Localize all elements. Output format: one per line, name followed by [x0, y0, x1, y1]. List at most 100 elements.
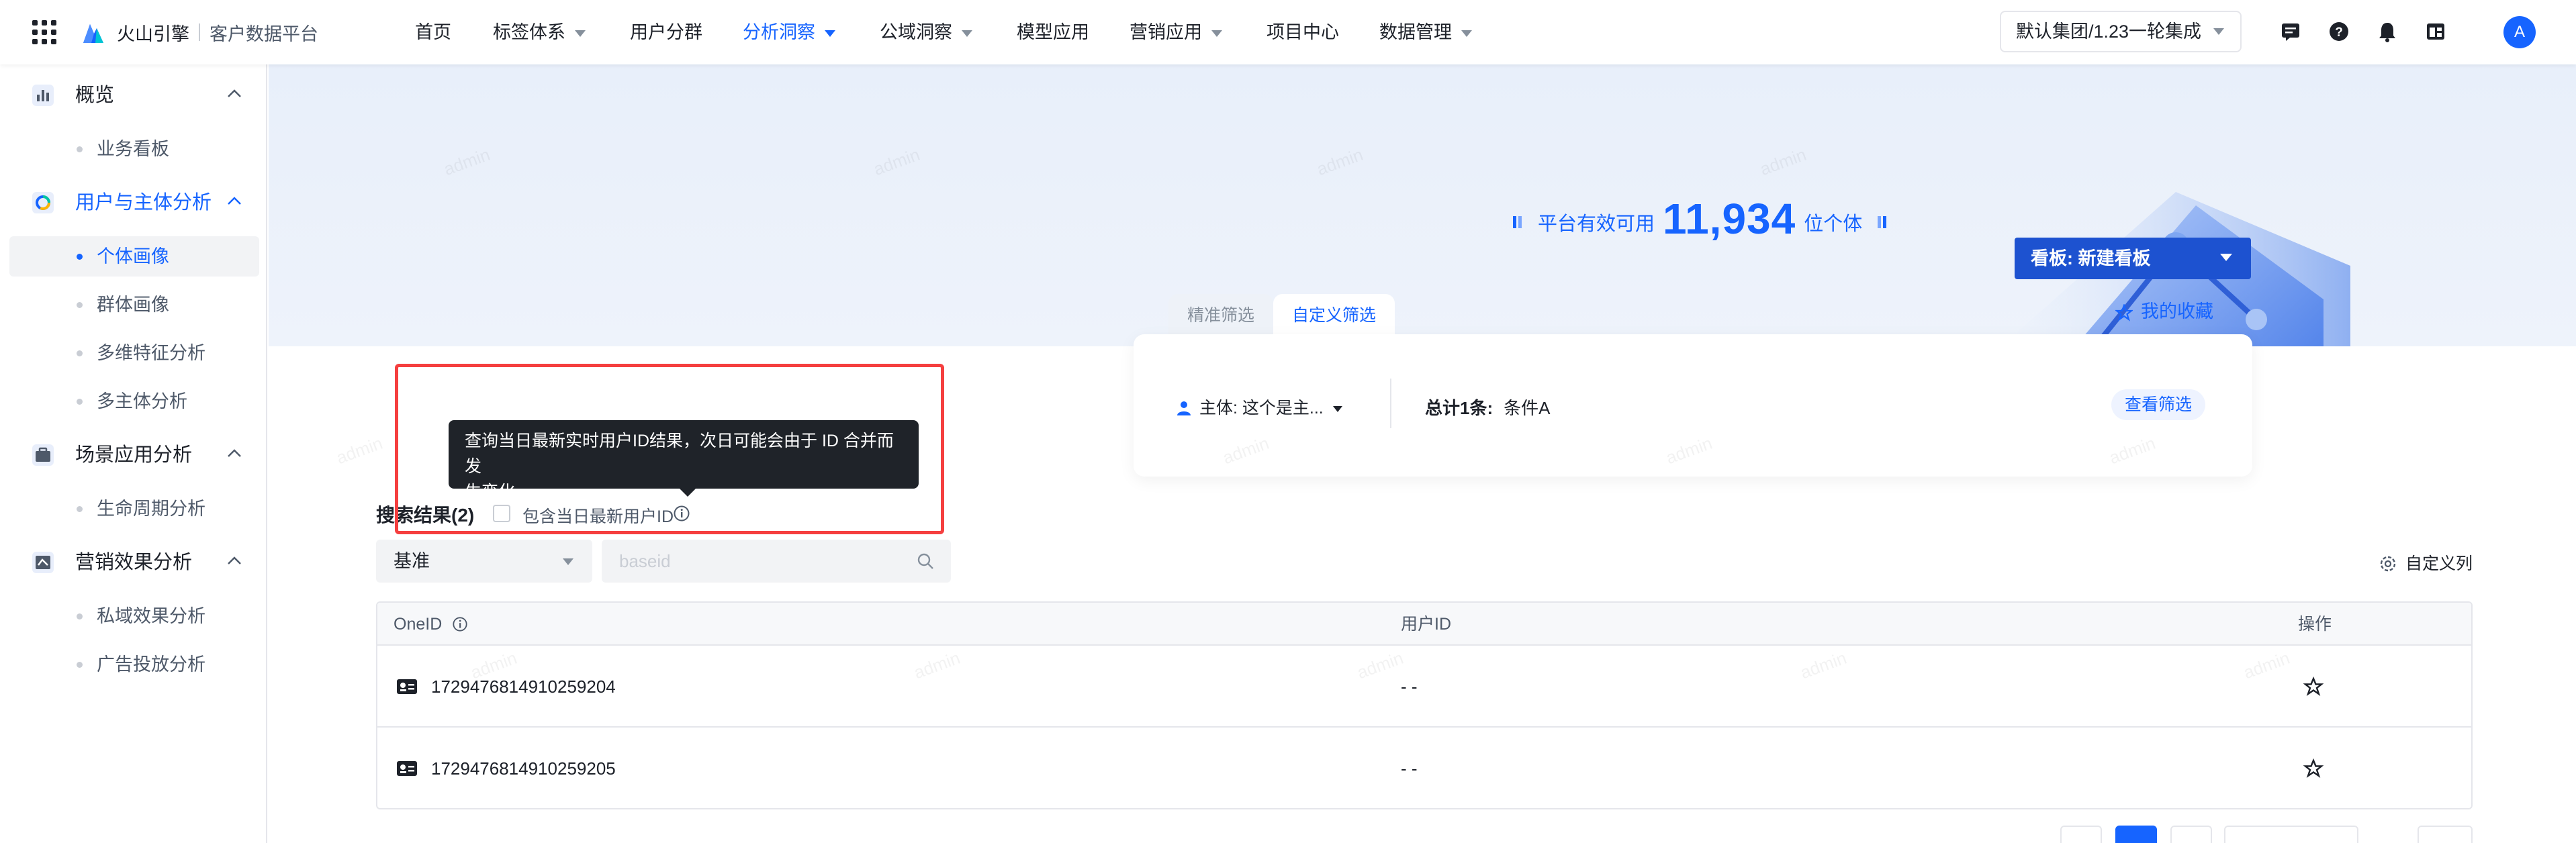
- page-size-select[interactable]: [2224, 826, 2358, 843]
- volcano-logo-icon: [83, 24, 103, 43]
- chevron-up-icon: [228, 556, 241, 564]
- pagination-prev-button[interactable]: [2060, 826, 2102, 843]
- chevron-down-icon: [2220, 254, 2232, 261]
- pagination-next-button[interactable]: [2170, 826, 2212, 843]
- nav-item-public-insight[interactable]: 公域洞察: [880, 19, 972, 46]
- sidebar-item-private-domain-analysis[interactable]: 私域效果分析: [9, 596, 259, 636]
- chevron-down-icon: [1461, 30, 1472, 37]
- sidebar-item-multidim-analysis[interactable]: 多维特征分析: [9, 333, 259, 373]
- app-grid-icon[interactable]: [32, 20, 56, 44]
- include-latest-id-label[interactable]: 包含当日最新用户ID: [522, 503, 674, 528]
- bell-icon[interactable]: [2376, 20, 2399, 43]
- favorites-label: 我的收藏: [2141, 301, 2213, 321]
- bullet-dot: [77, 399, 83, 405]
- column-header-actions: 操作: [2298, 615, 2332, 634]
- quote-right-icon: [1878, 216, 1887, 228]
- nav-item-label: 模型应用: [1017, 22, 1089, 42]
- column-header-label: OneID: [394, 615, 443, 634]
- include-latest-id-checkbox[interactable]: [493, 505, 510, 522]
- sidebar-item-individual-profile[interactable]: 个体画像: [9, 236, 259, 277]
- bullet-dot: [77, 506, 83, 512]
- chevron-down-icon: [2213, 28, 2224, 35]
- stat-prefix: 平台有效可用: [1538, 213, 1655, 235]
- top-navigation-bar: 火山引擎 客户数据平台 首页 标签体系 用户分群 分析洞察 公域洞察 模型应用 …: [0, 0, 2576, 64]
- briefcase-icon: [32, 444, 54, 466]
- svg-text:?: ?: [2335, 26, 2343, 40]
- nav-item-label: 营销应用: [1130, 22, 1202, 42]
- tooltip-line: 查询当日最新实时用户ID结果，次日可能会由于 ID 合并而发: [465, 432, 894, 476]
- chevron-up-icon: [228, 89, 241, 97]
- sidebar-item-label: 个体画像: [97, 246, 169, 266]
- view-filter-button[interactable]: 查看筛选: [2111, 389, 2205, 420]
- search-icon[interactable]: [916, 552, 935, 571]
- nav-item-label: 数据管理: [1379, 22, 1452, 42]
- board-select-button[interactable]: 看板: 新建看板: [2015, 238, 2251, 279]
- id-card-icon: [397, 679, 417, 694]
- chevron-up-icon: [228, 197, 241, 205]
- bullet-dot: [77, 662, 83, 668]
- chevron-down-icon: [1211, 30, 1222, 37]
- board-select-label: 看板: 新建看板: [2031, 248, 2151, 268]
- sidebar-group-marketing-analysis[interactable]: 营销效果分析: [0, 542, 267, 583]
- star-outline-icon[interactable]: [2303, 677, 2324, 697]
- org-select[interactable]: 默认集团/1.23一轮集成: [2000, 11, 2242, 52]
- chevron-down-icon: [563, 558, 573, 565]
- nav-item-home[interactable]: 首页: [415, 19, 451, 46]
- table-row[interactable]: 1729476814910259204 - -: [377, 646, 2471, 728]
- oneid-cell: 1729476814910259205: [431, 758, 616, 779]
- sidebar-item-label: 多维特征分析: [97, 343, 205, 363]
- bar-chart-icon: [32, 85, 54, 106]
- nav-item-label: 项目中心: [1267, 22, 1339, 42]
- sidebar-item-label: 私域效果分析: [97, 606, 205, 626]
- sidebar-item-multi-subject-analysis[interactable]: 多主体分析: [9, 381, 259, 422]
- sidebar-item-business-board[interactable]: 业务看板: [9, 129, 259, 169]
- help-icon[interactable]: ?: [2328, 20, 2350, 43]
- sidebar-group-scenario-analysis[interactable]: 场景应用分析: [0, 435, 267, 475]
- sidebar-item-group-profile[interactable]: 群体画像: [9, 285, 259, 325]
- nav-item-project-center[interactable]: 项目中心: [1267, 19, 1339, 46]
- user-analysis-icon: [32, 192, 54, 213]
- main-content: 平台有效可用 11,934 位个体 看板: 新建看板 我的收藏 精准筛选 自定义…: [269, 64, 2576, 843]
- panel-icon[interactable]: [2424, 20, 2447, 43]
- chevron-down-icon: [1332, 405, 1342, 412]
- bullet-dot: [77, 146, 83, 152]
- nav-item-label: 分析洞察: [743, 22, 815, 42]
- star-outline-icon[interactable]: [2303, 758, 2324, 779]
- custom-columns-button[interactable]: 自定义列: [2379, 550, 2473, 575]
- nav-item-label: 公域洞察: [880, 22, 952, 42]
- message-icon[interactable]: [2279, 20, 2302, 43]
- nav-item-tag-system[interactable]: 标签体系: [493, 19, 586, 46]
- info-icon[interactable]: [673, 505, 690, 522]
- avatar[interactable]: A: [2503, 16, 2536, 48]
- id-type-select[interactable]: 基准: [376, 540, 592, 583]
- nav-item-label: 首页: [415, 22, 451, 42]
- gear-icon: [2380, 556, 2396, 572]
- total-value: 条件A: [1504, 398, 1551, 418]
- nav-item-data-management[interactable]: 数据管理: [1379, 19, 1472, 46]
- brand[interactable]: 火山引擎 客户数据平台: [79, 19, 318, 46]
- sidebar: 概览 业务看板 用户与主体分析 个体画像 群体画像 多维特征分析 多主体分析 场…: [0, 64, 267, 843]
- brand-divider: [199, 23, 200, 41]
- nav-item-label: 用户分群: [630, 22, 702, 42]
- nav-item-analysis-insight[interactable]: 分析洞察: [743, 19, 835, 46]
- sidebar-group-overview[interactable]: 概览: [0, 75, 267, 115]
- nav-item-marketing-app[interactable]: 营销应用: [1130, 19, 1222, 46]
- sidebar-item-lifecycle-analysis[interactable]: 生命周期分析: [9, 489, 259, 529]
- table-row[interactable]: 1729476814910259205 - -: [377, 728, 2471, 808]
- sidebar-item-ad-analysis[interactable]: 广告投放分析: [9, 644, 259, 685]
- tab-precise-filter[interactable]: 精准筛选: [1168, 294, 1274, 337]
- pagination-page-button[interactable]: [2115, 826, 2157, 843]
- bullet-dot: [77, 613, 83, 619]
- my-favorites-link[interactable]: 我的收藏: [2114, 298, 2213, 325]
- column-header-userid: 用户ID: [1401, 615, 1452, 634]
- sidebar-group-user-analysis[interactable]: 用户与主体分析: [0, 183, 267, 223]
- nav-item-user-segment[interactable]: 用户分群: [630, 19, 702, 46]
- subject-select[interactable]: 主体: 这个是主...: [1175, 395, 1342, 419]
- userid-cell: - -: [1401, 758, 1418, 779]
- page-jump-input[interactable]: [2418, 826, 2473, 843]
- nav-item-model-app[interactable]: 模型应用: [1017, 19, 1089, 46]
- product-name: 客户数据平台: [210, 23, 318, 44]
- tab-custom-filter[interactable]: 自定义筛选: [1273, 294, 1395, 337]
- info-icon[interactable]: [452, 616, 468, 632]
- id-search-input[interactable]: baseid: [602, 540, 951, 583]
